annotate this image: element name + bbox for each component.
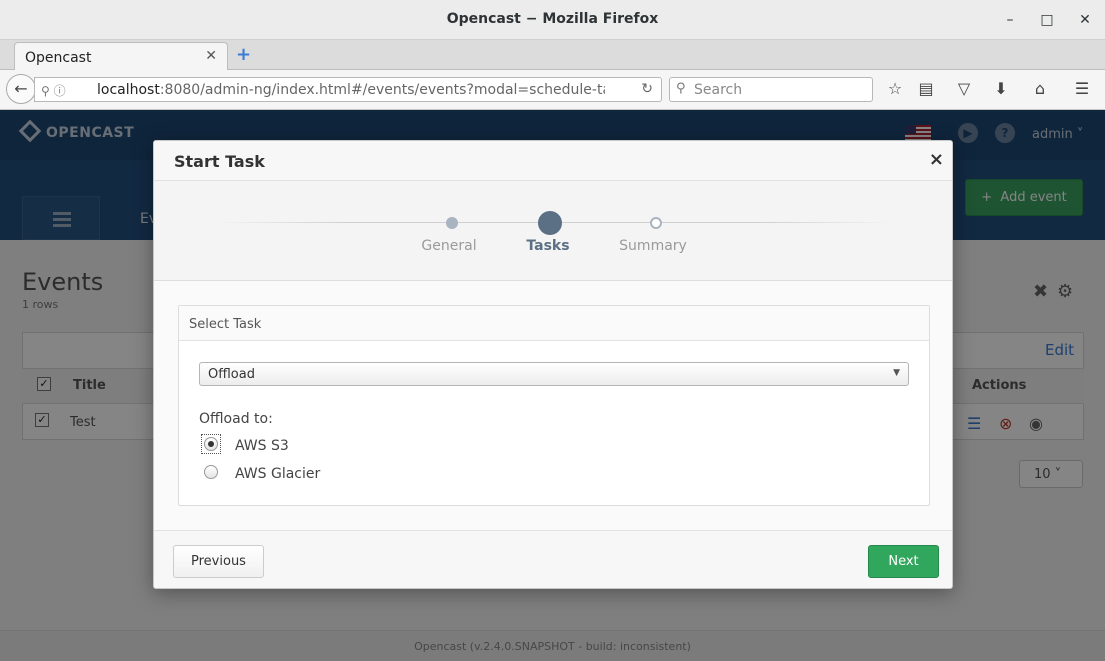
panel-header: Select Task [179,306,929,341]
reading-list-icon[interactable]: ▤ [915,79,937,101]
home-icon[interactable]: ⌂ [1029,79,1051,101]
modal-body: Select Task Offload ▼ Offload to: AWS S3… [154,281,952,530]
bookmark-star-icon[interactable]: ☆ [884,79,906,101]
modal-title: Start Task [174,152,265,171]
radio-aws-s3-label[interactable]: AWS S3 [235,438,289,454]
search-placeholder: Search [694,82,743,98]
url-bar[interactable]: ⚲ ⓘ localhost:8080/admin-ng/index.html#/… [34,77,662,102]
task-select[interactable]: Offload ▼ [199,362,909,386]
modal-header: Start Task × [154,141,952,181]
menu-icon[interactable]: ☰ [1071,79,1093,101]
step-summary-dot[interactable] [650,217,662,229]
url-text[interactable]: localhost:8080/admin-ng/index.html#/even… [97,82,605,98]
new-tab-icon[interactable]: + [236,44,251,65]
step-general-dot[interactable] [446,217,458,229]
reload-icon[interactable]: ↻ [641,81,653,97]
minimize-icon[interactable]: – [1000,10,1020,30]
tab-strip: Opencast ✕ [0,40,1105,71]
task-select-value: Offload [208,367,255,382]
download-icon[interactable]: ⬇ [990,79,1012,101]
modal-footer: Previous Next [154,530,952,588]
site-identity-icon[interactable]: ⚲ ⓘ [41,82,66,99]
radio-aws-glacier-label[interactable]: AWS Glacier [235,466,320,482]
previous-button[interactable]: Previous [173,545,264,578]
step-summary-label[interactable]: Summary [603,238,703,254]
radio-aws-s3[interactable] [204,437,218,451]
maximize-icon[interactable]: □ [1037,10,1057,30]
tab-label: Opencast [25,50,92,66]
search-icon: ⚲ [676,81,686,96]
step-general-label[interactable]: General [399,238,499,254]
back-button[interactable]: ← [6,74,36,104]
search-input[interactable]: ⚲ Search [669,77,873,102]
panel-title: Select Task [189,317,262,332]
browser-tab[interactable]: Opencast ✕ [14,42,228,71]
start-task-modal: Start Task × General Tasks Summary Selec… [153,140,953,589]
window-title: Opencast − Mozilla Firefox [446,11,659,27]
modal-close-icon[interactable]: × [929,149,944,170]
radio-aws-glacier[interactable] [204,465,218,479]
next-button[interactable]: Next [868,545,939,578]
tab-close-icon[interactable]: ✕ [205,48,217,64]
step-tasks-label[interactable]: Tasks [498,238,598,254]
pocket-icon[interactable]: ▽ [953,79,975,101]
nav-bar: ← ⚲ ⓘ localhost:8080/admin-ng/index.html… [0,70,1105,110]
chevron-down-icon: ▼ [893,368,900,378]
select-task-panel: Select Task Offload ▼ Offload to: AWS S3… [178,305,930,506]
window-titlebar: Opencast − Mozilla Firefox – □ ✕ [0,0,1105,40]
close-window-icon[interactable]: ✕ [1075,10,1095,30]
offload-label: Offload to: [199,411,273,427]
step-tasks-dot[interactable] [538,211,562,235]
